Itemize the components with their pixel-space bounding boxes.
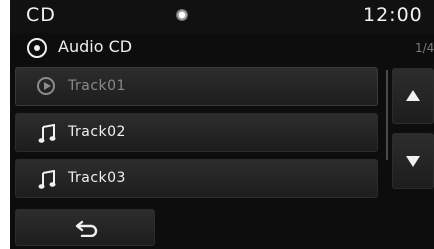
track-item-2[interactable]: Track02 <box>15 113 378 152</box>
play-icon <box>37 77 55 95</box>
back-button[interactable] <box>15 209 155 246</box>
cd-player-screen: CD 12:00 Audio CD 1/4 Track01 Track02 Tr… <box>0 0 434 249</box>
list-divider <box>386 70 388 160</box>
track-label: Track02 <box>68 124 126 140</box>
status-title: CD <box>26 4 56 26</box>
track-item-1[interactable]: Track01 <box>15 67 378 106</box>
source-name: Audio CD <box>58 37 133 56</box>
disc-icon <box>27 38 47 58</box>
status-bar: CD 12:00 <box>10 0 434 33</box>
source-header: Audio CD 1/4 <box>10 35 434 63</box>
scroll-up-button[interactable] <box>392 68 434 124</box>
status-indicator-icon <box>176 9 188 21</box>
back-arrow-icon <box>75 220 98 237</box>
status-clock: 12:00 <box>363 4 423 26</box>
track-label: Track03 <box>68 170 126 186</box>
track-label: Track01 <box>68 78 126 94</box>
arrow-down-icon <box>406 156 420 167</box>
left-margin <box>0 0 10 249</box>
track-item-3[interactable]: Track03 <box>15 159 378 198</box>
music-note-icon <box>38 170 56 189</box>
arrow-up-icon <box>406 90 420 101</box>
scroll-down-button[interactable] <box>392 133 434 189</box>
page-indicator: 1/4 <box>415 41 434 55</box>
music-note-icon <box>38 124 56 143</box>
